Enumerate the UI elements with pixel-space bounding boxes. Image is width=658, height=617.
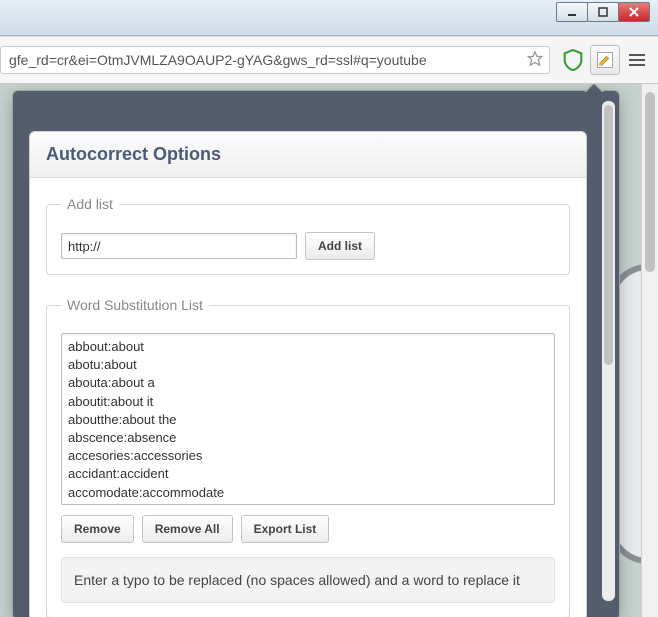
remove-button[interactable]: Remove	[61, 515, 134, 543]
hamburger-icon	[629, 54, 645, 66]
window-minimize-button[interactable]	[556, 2, 588, 22]
add-list-button[interactable]: Add list	[305, 232, 375, 260]
list-item[interactable]: abbout:about	[68, 338, 548, 356]
list-item[interactable]: abouta:about a	[68, 374, 548, 392]
extension-popup: Autocorrect Options Add list Add list Wo…	[12, 90, 620, 617]
export-list-button[interactable]: Export List	[241, 515, 330, 543]
list-item[interactable]: abscence:absence	[68, 429, 548, 447]
list-item[interactable]: accomodate:accommodate	[68, 484, 548, 502]
popup-arrow	[584, 84, 604, 92]
page-scrollbar[interactable]	[641, 84, 658, 617]
bookmark-star-icon[interactable]	[527, 51, 543, 70]
page-viewport: Autocorrect Options Add list Add list Wo…	[0, 84, 658, 617]
list-item[interactable]: abotu:about	[68, 356, 548, 374]
popup-scrollbar[interactable]	[602, 101, 615, 601]
list-item[interactable]: aboutthe:about the	[68, 411, 548, 429]
browser-menu-button[interactable]	[622, 45, 652, 75]
autocorrect-extension-icon[interactable]	[590, 45, 620, 75]
address-bar[interactable]: gfe_rd=cr&ei=OtmJVMLZA9OAUP2-gYAG&gws_rd…	[0, 46, 550, 74]
adblock-extension-icon[interactable]	[558, 45, 588, 75]
add-list-legend: Add list	[61, 196, 119, 212]
window-maximize-button[interactable]	[587, 2, 619, 22]
url-text: gfe_rd=cr&ei=OtmJVMLZA9OAUP2-gYAG&gws_rd…	[9, 52, 427, 68]
substitution-fieldset: Word Substitution List abbout:aboutabotu…	[46, 297, 570, 617]
page-title: Autocorrect Options	[46, 144, 570, 165]
card-header: Autocorrect Options	[30, 132, 586, 178]
substitution-legend: Word Substitution List	[61, 297, 209, 313]
list-item[interactable]: accordingto:according to	[68, 502, 548, 505]
add-list-url-input[interactable]	[61, 233, 297, 259]
options-card: Autocorrect Options Add list Add list Wo…	[29, 131, 587, 617]
list-item[interactable]: accidant:accident	[68, 465, 548, 483]
remove-all-button[interactable]: Remove All	[142, 515, 233, 543]
window-close-button[interactable]	[618, 2, 650, 22]
window-titlebar	[0, 0, 658, 36]
list-item[interactable]: aboutit:about it	[68, 393, 548, 411]
list-item[interactable]: accesories:accessories	[68, 447, 548, 465]
hint-text: Enter a typo to be replaced (no spaces a…	[61, 557, 555, 603]
add-list-fieldset: Add list Add list	[46, 196, 570, 275]
substitution-listbox[interactable]: abbout:aboutabotu:aboutabouta:about aabo…	[61, 333, 555, 505]
browser-toolbar: gfe_rd=cr&ei=OtmJVMLZA9OAUP2-gYAG&gws_rd…	[0, 36, 658, 84]
